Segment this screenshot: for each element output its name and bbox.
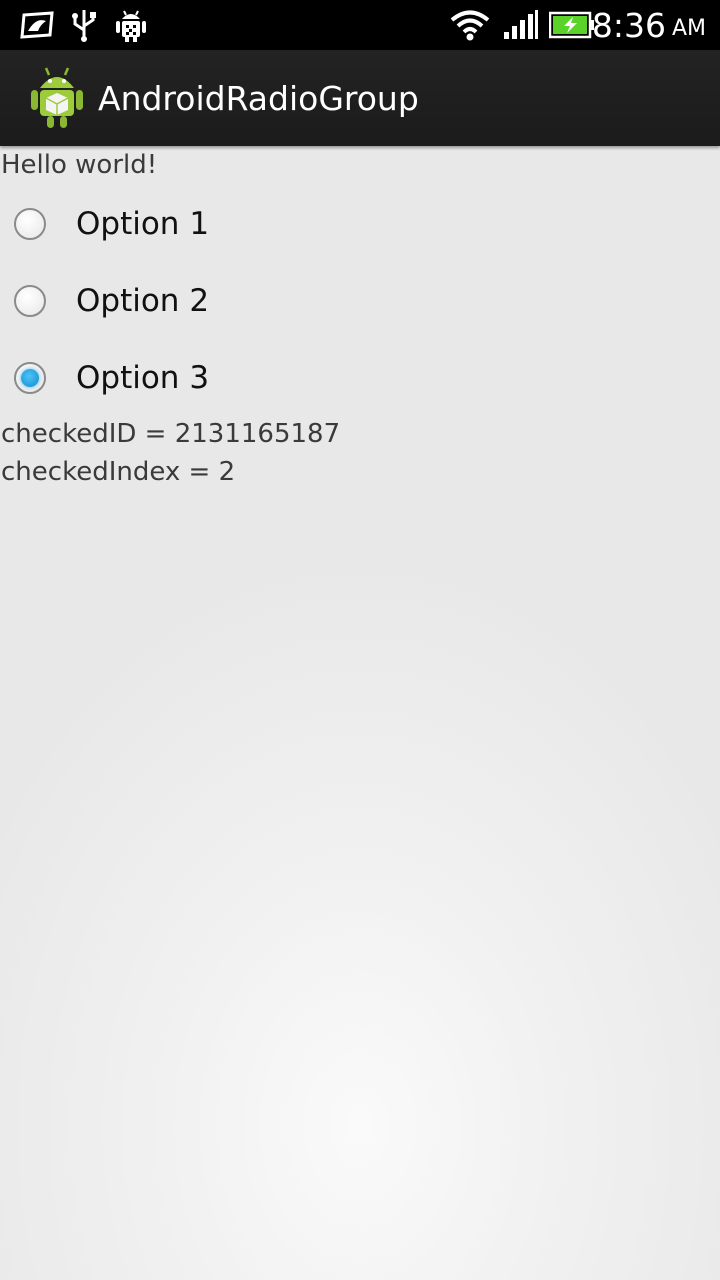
radio-option-1[interactable]: Option 1	[0, 185, 720, 262]
checked-id-text: checkedID = 2131165187	[1, 419, 341, 449]
radio-label: Option 2	[76, 282, 210, 319]
android-debug-icon	[114, 0, 148, 50]
status-bar: 8:36 AM	[0, 0, 720, 50]
radio-label: Option 1	[76, 205, 210, 242]
usb-icon	[70, 0, 98, 50]
radio-option-3[interactable]: Option 3	[0, 339, 720, 416]
action-bar: AndroidRadioGroup	[0, 50, 720, 146]
hello-text: Hello world!	[1, 150, 158, 180]
app-title: AndroidRadioGroup	[98, 78, 419, 118]
photo-icon	[18, 0, 54, 50]
wifi-icon	[450, 0, 490, 50]
radio-button-unchecked[interactable]	[14, 284, 46, 317]
battery-icon	[549, 0, 595, 50]
clock: 8:36 AM	[592, 0, 706, 50]
checked-index-text: checkedIndex = 2	[1, 457, 236, 487]
radio-option-2[interactable]: Option 2	[0, 262, 720, 339]
radio-button-checked[interactable]	[14, 361, 46, 394]
signal-icon	[503, 0, 539, 50]
radio-selected-dot	[21, 368, 39, 387]
radio-button-unchecked[interactable]	[14, 207, 46, 240]
radio-label: Option 3	[76, 359, 210, 396]
clock-time: 8:36	[591, 5, 666, 45]
clock-ampm: AM	[671, 15, 706, 41]
android-app-icon[interactable]	[28, 66, 86, 130]
